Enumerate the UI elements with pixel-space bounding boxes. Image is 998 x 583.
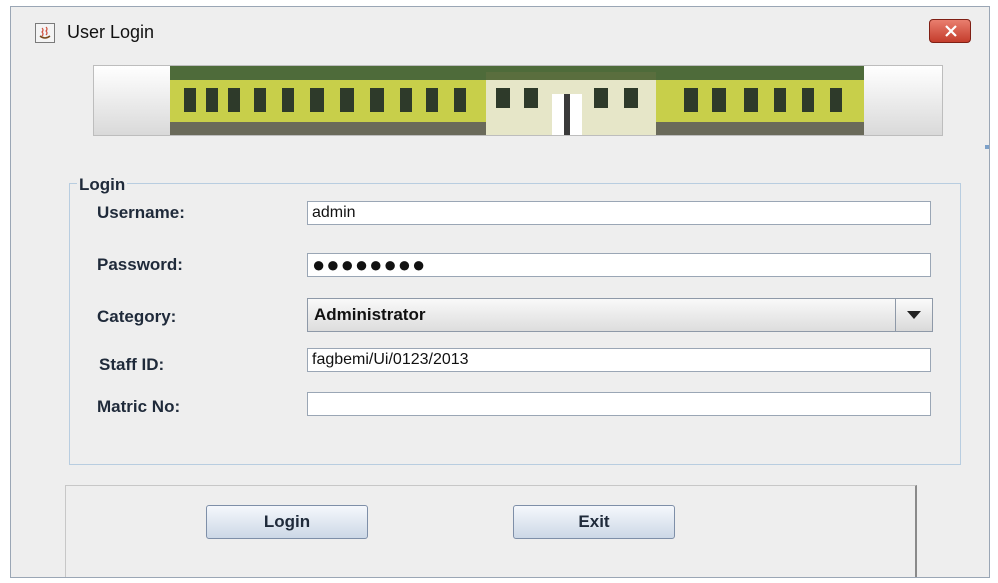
password-input[interactable]: ●●●●●●●● [307, 253, 931, 277]
chevron-down-icon [907, 311, 921, 319]
login-button[interactable]: Login [206, 505, 368, 539]
login-window: User Login Login Username: admin Passwor… [10, 6, 990, 578]
matric-no-input[interactable] [307, 392, 931, 416]
staff-id-label: Staff ID: [99, 355, 165, 374]
banner-image [93, 65, 943, 136]
username-input[interactable] [307, 201, 931, 225]
category-dropdown-button[interactable] [895, 299, 932, 331]
category-label: Category: [97, 307, 177, 326]
username-label: Username: [97, 203, 185, 222]
category-selected-value: Administrator [314, 305, 426, 324]
building-image [94, 66, 942, 135]
password-label: Password: [97, 255, 183, 274]
window-edge-marker [985, 145, 989, 149]
category-select[interactable]: Administrator [307, 298, 933, 332]
title-bar[interactable]: User Login [11, 7, 989, 57]
staff-id-input[interactable] [307, 348, 931, 372]
java-cup-icon [35, 23, 55, 43]
close-button[interactable] [929, 19, 971, 43]
close-icon [945, 25, 957, 37]
login-group-title: Login [77, 175, 128, 195]
window-title: User Login [67, 22, 155, 42]
exit-button[interactable]: Exit [513, 505, 675, 539]
button-panel [65, 485, 917, 577]
matric-no-label: Matric No: [97, 397, 181, 416]
